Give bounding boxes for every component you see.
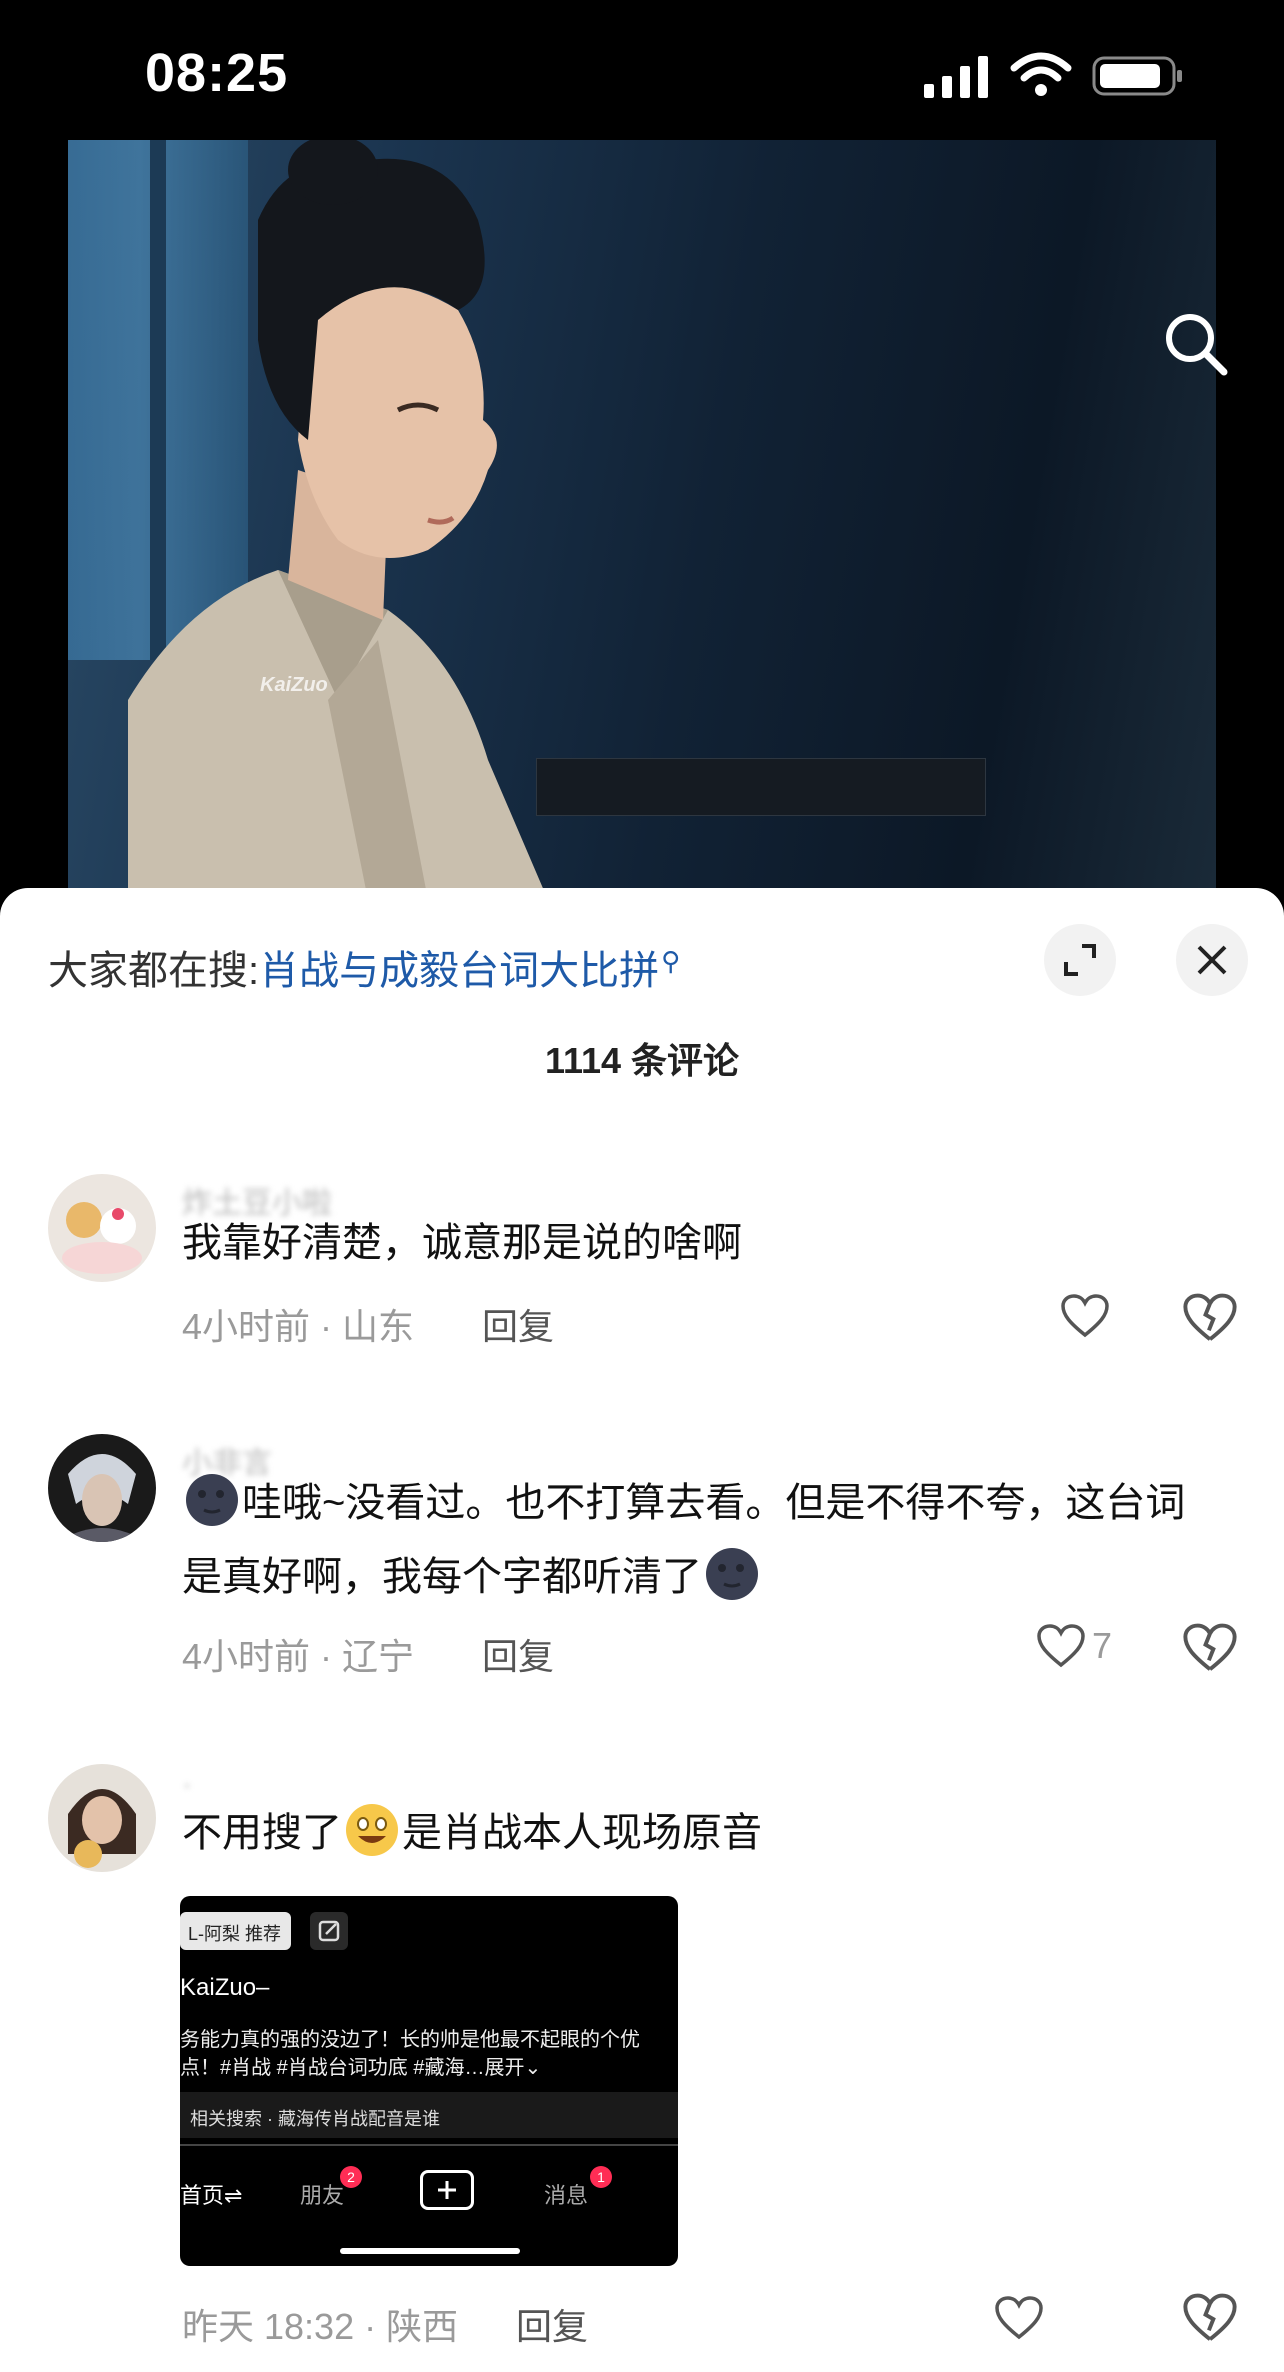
embed-description: 务能力真的强的没边了！长的帅是他最不起眼的个优点！#肖战 #肖战台词功底 #藏海… [180, 2029, 640, 2079]
comment-text: 不用搜了 是肖战本人现场原音 [182, 1796, 1222, 1870]
battery-icon [1092, 56, 1182, 96]
cellular-signal-icon [924, 56, 988, 98]
plus-icon [420, 2170, 474, 2210]
embed-nav-messages: 消息 [544, 2183, 589, 2208]
new-moon-face-icon [186, 1474, 238, 1526]
expand-icon [1064, 944, 1096, 976]
expand-button[interactable] [1044, 924, 1116, 996]
subtitle-box [536, 758, 986, 816]
close-button[interactable] [1176, 924, 1248, 996]
comment-text-part2: 是肖战本人现场原音 [402, 1811, 762, 1855]
search-icon[interactable] [1160, 308, 1230, 378]
like-count: 7 [1092, 1625, 1113, 1666]
reply-button[interactable]: 回复 [482, 1298, 554, 1350]
broken-heart-icon[interactable] [1182, 1620, 1238, 1676]
embed-nav-home: 首页⇌ [180, 2183, 243, 2208]
avatar[interactable] [48, 1764, 156, 1872]
hot-search-bar[interactable]: 大家都在搜:肖战与成毅台词大比拼⚲ [48, 938, 680, 996]
comment-meta: 4小时前 · 山东 [182, 1306, 415, 1347]
comment-sheet: 大家都在搜:肖战与成毅台词大比拼⚲ 1114 条评论 炸土豆小啦 我靠好清楚，诚… [0, 888, 1284, 2372]
embed-home-indicator [340, 2248, 520, 2254]
avatar[interactable] [48, 1174, 156, 1282]
status-time: 08:25 [145, 43, 289, 103]
like-button[interactable]: 7 [1036, 1618, 1112, 1674]
comment-text-body: 哇哦~没看过。也不打算去看。但是不得不夸，这台词是真好啊，我每个字都听清了 [182, 1481, 1186, 1599]
comment-text: 哇哦~没看过。也不打算去看。但是不得不夸，这台词是真好啊，我每个字都听清了 [182, 1466, 1222, 1614]
messages-badge: 1 [590, 2166, 612, 2188]
like-button[interactable] [994, 2290, 1044, 2346]
comment-text-part1: 不用搜了 [182, 1811, 342, 1855]
comment-count: 1114 条评论 [544, 1040, 740, 1081]
friends-badge: 2 [340, 2166, 362, 2188]
reply-button[interactable]: 回复 [516, 2298, 588, 2350]
video-player[interactable]: KaiZuo [0, 140, 1284, 900]
hot-search-prefix: 大家都在搜: [48, 949, 260, 993]
grinning-face-icon [346, 1804, 398, 1856]
comment-meta: 4小时前 · 辽宁 [182, 1636, 415, 1677]
new-moon-face-icon [706, 1548, 758, 1600]
embed-tab-bar: 首页⇌ 朋友 2 消息 1 [180, 2162, 678, 2222]
edit-icon [310, 1912, 348, 1950]
hot-search-term[interactable]: 肖战与成毅台词大比拼 [259, 949, 659, 993]
avatar[interactable] [48, 1434, 156, 1542]
video-watermark: KaiZuo [260, 674, 328, 696]
embed-nav-friends: 朋友 [300, 2183, 345, 2208]
embedded-screenshot[interactable]: L-阿梨 推荐 KaiZuo– 务能力真的强的没边了！长的帅是他最不起眼的个优点… [180, 1896, 678, 2266]
embed-author: KaiZuo– [180, 1974, 270, 2001]
heart-icon [1061, 1294, 1109, 1338]
like-button[interactable] [1060, 1288, 1116, 1344]
embed-related-search: 相关搜索 · 藏海传肖战配音是谁 [180, 2092, 678, 2138]
video-frame[interactable]: KaiZuo [68, 140, 1216, 900]
status-bar: 08:25 [0, 0, 1284, 140]
broken-heart-icon[interactable] [1182, 1290, 1238, 1346]
reply-button[interactable]: 回复 [482, 1628, 554, 1680]
broken-heart-icon[interactable] [1182, 2290, 1238, 2346]
recommend-chip: L-阿梨 推荐 [180, 1912, 292, 1950]
comment-text: 我靠好清楚，诚意那是说的啥啊 [182, 1221, 742, 1265]
comment-meta: 昨天 18:32 · 陕西 [182, 2306, 459, 2347]
wifi-icon [1010, 52, 1072, 96]
heart-icon [995, 2296, 1043, 2340]
search-mark-icon: ⚲ [661, 945, 681, 976]
close-icon [1197, 945, 1227, 975]
heart-icon [1037, 1624, 1085, 1668]
embed-progress-bar [180, 2144, 678, 2146]
